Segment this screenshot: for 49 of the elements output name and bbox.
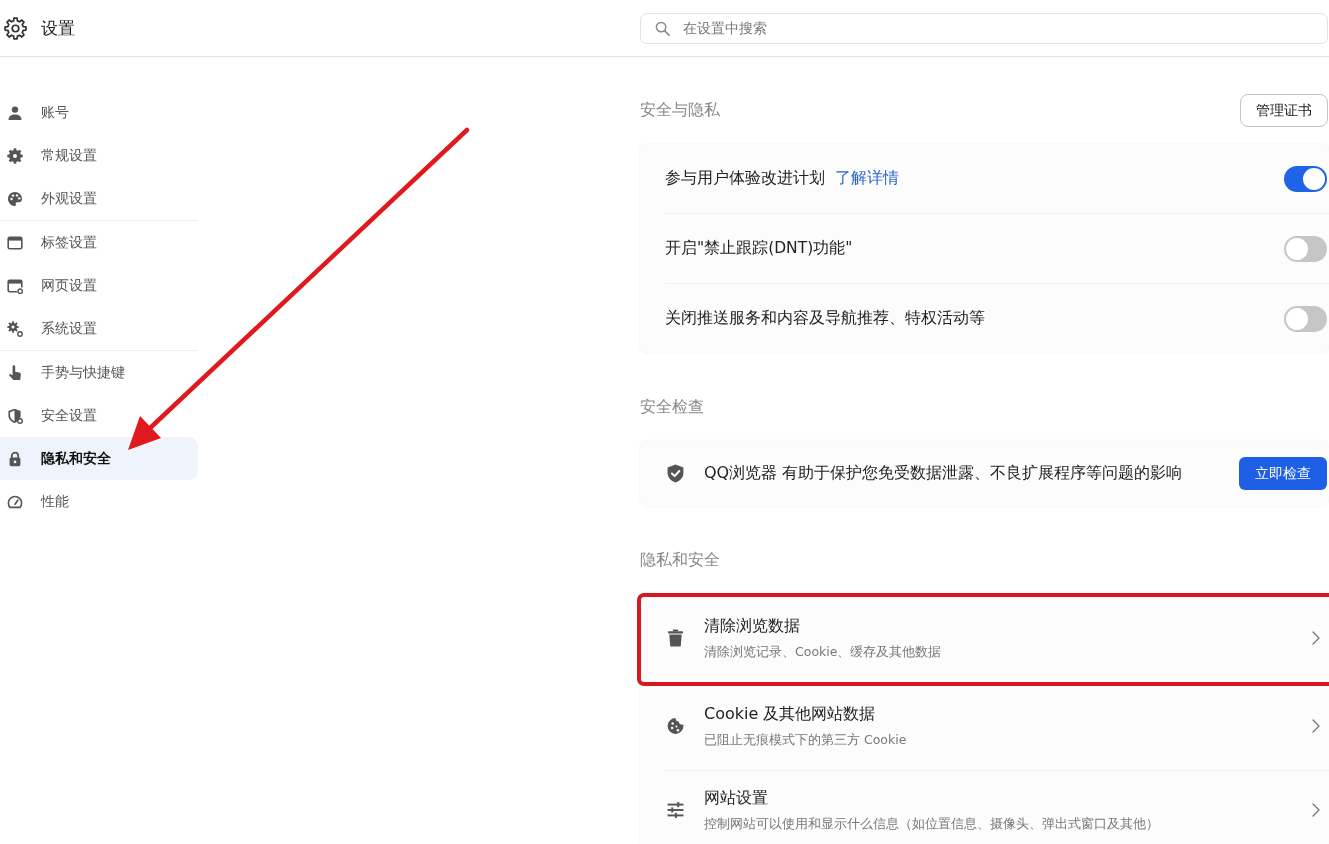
- search-field[interactable]: 在设置中搜索: [640, 12, 1328, 44]
- palette-icon: [7, 190, 23, 207]
- row-description: 控制网站可以使用和显示什么信息（如位置信息、摄像头、弹出式窗口及其他）: [704, 815, 1159, 833]
- learn-more-link[interactable]: 了解详情: [835, 168, 899, 189]
- sidebar-item[interactable]: 手势与快捷键: [0, 351, 198, 394]
- shield-icon: [7, 407, 23, 424]
- sidebar-item[interactable]: 网页设置: [0, 264, 198, 307]
- row-title: Cookie 及其他网站数据: [704, 703, 877, 725]
- page-title: 设置: [41, 16, 75, 40]
- sidebar-item[interactable]: 隐私和安全: [0, 437, 198, 480]
- row-description: 已阻止无痕模式下的第三方 Cookie: [704, 731, 907, 749]
- hand-pointer-icon: [7, 364, 23, 381]
- sidebar-item[interactable]: 性能: [0, 480, 198, 523]
- sidebar-item[interactable]: 外观设置: [0, 177, 198, 220]
- browser-window-icon: [7, 277, 23, 294]
- lock-icon: [7, 450, 23, 467]
- security-check-text: QQ浏览器 有助于保护您免受数据泄露、不良扩展程序等问题的影响: [704, 463, 1183, 484]
- gauge-icon: [7, 493, 23, 510]
- sidebar-item[interactable]: 标签设置: [0, 221, 198, 264]
- setting-label: 参与用户体验改进计划: [665, 168, 825, 189]
- chevron-icon[interactable]: [1312, 631, 1320, 645]
- search-icon: [655, 20, 670, 36]
- section-title: 安全与隐私: [640, 100, 720, 121]
- gear-icon: [7, 147, 23, 164]
- row-title: 网站设置: [704, 787, 769, 809]
- trash-icon: [667, 629, 684, 647]
- row-description: 清除浏览记录、Cookie、缓存及其他数据: [704, 643, 942, 661]
- gears-icon: [7, 320, 23, 337]
- sidebar-item[interactable]: 账号: [0, 91, 198, 134]
- cookie-icon: [667, 717, 684, 735]
- check-now-button[interactable]: 立即检查: [1239, 457, 1327, 490]
- window-icon: [7, 234, 23, 251]
- settings-icon: [4, 16, 27, 40]
- row-title: 清除浏览数据: [704, 615, 801, 637]
- sidebar-item[interactable]: 系统设置: [0, 307, 198, 350]
- setting-label: 关闭推送服务和内容及导航推荐、特权活动等: [665, 308, 985, 329]
- section-title: 隐私和安全: [640, 550, 720, 571]
- chevron-icon[interactable]: [1312, 803, 1320, 817]
- sidebar-item[interactable]: 常规设置: [0, 134, 198, 177]
- manage-certificates-button[interactable]: 管理证书: [1240, 94, 1328, 127]
- shield-check-icon: [667, 464, 684, 483]
- person-icon: [7, 104, 23, 121]
- toggle-switch[interactable]: [1284, 235, 1327, 262]
- toggle-switch[interactable]: [1284, 165, 1327, 192]
- sliders-icon: [667, 801, 684, 819]
- section-title: 安全检查: [640, 397, 704, 418]
- toggle-switch[interactable]: [1284, 305, 1327, 332]
- chevron-icon[interactable]: [1312, 719, 1320, 733]
- setting-label: 开启"禁止跟踪(DNT)功能": [665, 238, 853, 259]
